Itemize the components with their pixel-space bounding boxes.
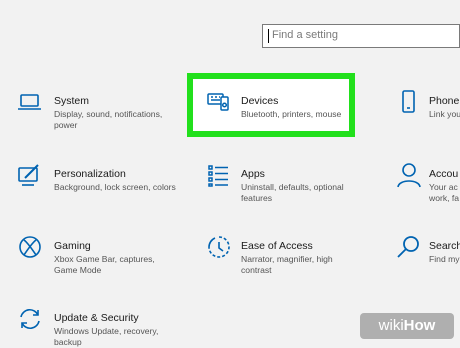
tile-system-desc: Display, sound, notifications, power — [54, 109, 163, 130]
tile-accounts-title: Accou — [429, 168, 459, 180]
tile-personalization-desc: Background, lock screen, colors — [54, 182, 176, 192]
watermark-suffix: How — [403, 317, 436, 334]
tile-search[interactable]: Search Find my — [395, 233, 460, 281]
tile-ease-of-access[interactable]: Ease of Access Narrator, magnifier, high… — [205, 233, 355, 281]
tile-devices[interactable]: Devices Bluetooth, printers, mouse — [205, 88, 350, 128]
tile-search-desc: Find my — [429, 254, 460, 264]
tile-personalization-title: Personalization — [54, 168, 126, 180]
personalization-icon — [16, 161, 44, 189]
tile-apps-title: Apps — [241, 168, 265, 180]
tile-gaming-title: Gaming — [54, 240, 91, 252]
watermark-prefix: wiki — [378, 317, 404, 334]
tile-accounts-desc: Your ac work, fa — [429, 182, 460, 203]
search-input[interactable]: Find a setting — [262, 24, 460, 48]
tile-update-security[interactable]: Update & Security Windows Update, recove… — [16, 305, 176, 347]
xbox-icon — [16, 233, 44, 261]
tile-gaming[interactable]: Gaming Xbox Game Bar, captures, Game Mod… — [16, 233, 176, 281]
phone-icon — [395, 88, 423, 116]
wikihow-watermark: wikiHow — [360, 313, 454, 339]
tile-phone[interactable]: Phone Link you — [395, 88, 460, 128]
tile-system[interactable]: System Display, sound, notifications, po… — [16, 88, 176, 136]
tile-ease-title: Ease of Access — [241, 240, 313, 252]
update-icon — [16, 305, 44, 333]
apps-icon — [205, 161, 233, 189]
devices-icon — [205, 88, 233, 116]
ease-of-access-icon — [205, 233, 233, 261]
tile-gaming-desc: Xbox Game Bar, captures, Game Mode — [54, 254, 155, 275]
tile-update-title: Update & Security — [54, 312, 139, 324]
tile-devices-title: Devices — [241, 95, 279, 107]
tile-ease-desc: Narrator, magnifier, high contrast — [241, 254, 333, 275]
laptop-icon — [16, 88, 44, 116]
tile-system-title: System — [54, 95, 90, 107]
account-icon — [395, 161, 423, 189]
search-icon — [395, 233, 423, 261]
tile-phone-title: Phone — [429, 95, 460, 107]
tile-search-title: Search — [429, 240, 460, 252]
tile-personalization[interactable]: Personalization Background, lock screen,… — [16, 161, 176, 201]
tile-apps[interactable]: Apps Uninstall, defaults, optional featu… — [205, 161, 355, 209]
tile-accounts[interactable]: Accou Your ac work, fa — [395, 161, 460, 209]
search-placeholder: Find a setting — [272, 29, 339, 41]
tile-apps-desc: Uninstall, defaults, optional features — [241, 182, 344, 203]
tile-phone-desc: Link you — [429, 109, 460, 119]
text-caret — [268, 29, 269, 43]
tile-devices-desc: Bluetooth, printers, mouse — [241, 109, 342, 119]
